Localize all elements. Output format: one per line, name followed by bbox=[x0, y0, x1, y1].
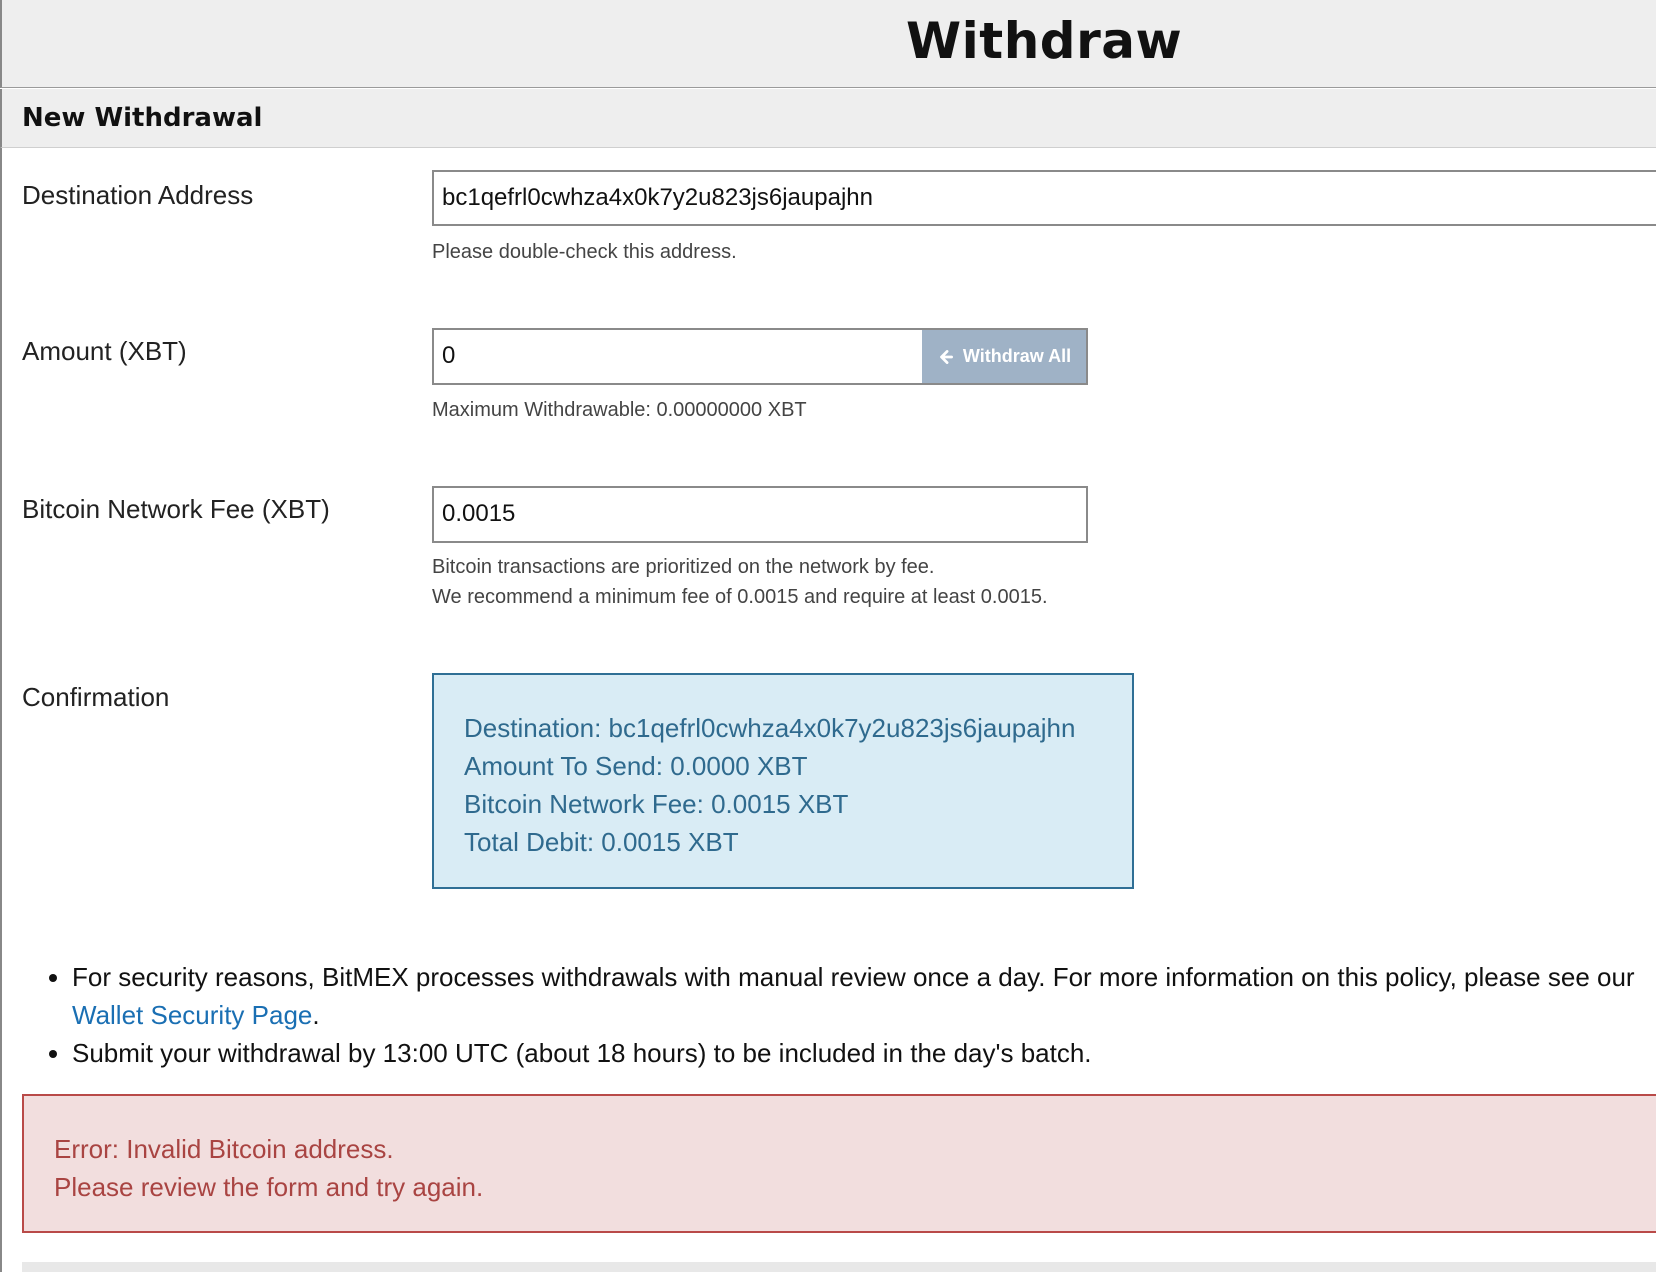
title-bar: Withdraw bbox=[0, 0, 1656, 88]
info-list: For security reasons, BitMEX processes w… bbox=[40, 958, 1656, 1072]
section-title: New Withdrawal bbox=[22, 103, 263, 133]
confirm-fee: Bitcoin Network Fee: 0.0015 XBT bbox=[464, 789, 849, 819]
confirm-total: Total Debit: 0.0015 XBT bbox=[464, 827, 739, 857]
confirm-destination: Destination: bc1qefrl0cwhza4x0k7y2u823js… bbox=[464, 713, 1076, 743]
error-hint: Please review the form and try again. bbox=[54, 1172, 484, 1202]
footer-strip bbox=[22, 1262, 1656, 1272]
arrow-left-icon bbox=[940, 349, 953, 364]
fee-label: Bitcoin Network Fee (XBT) bbox=[22, 494, 330, 524]
amount-label: Amount (XBT) bbox=[22, 336, 187, 366]
fee-help-line2: We recommend a minimum fee of 0.0015 and… bbox=[432, 586, 1048, 608]
error-alert: Error: Invalid Bitcoin address. Please r… bbox=[22, 1094, 1656, 1233]
wallet-security-link[interactable]: Wallet Security Page bbox=[72, 1000, 312, 1030]
destination-address-input[interactable]: bc1qefrl0cwhza4x0k7y2u823js6jaupajhn bbox=[432, 170, 1656, 226]
withdraw-all-label: Withdraw All bbox=[962, 346, 1072, 366]
withdraw-all-button[interactable]: Withdraw All bbox=[922, 328, 1088, 385]
list-item: Submit your withdrawal by 13:00 UTC (abo… bbox=[72, 1034, 1656, 1072]
amount-help: Maximum Withdrawable: 0.00000000 XBT bbox=[432, 399, 807, 421]
list-item: For security reasons, BitMEX processes w… bbox=[72, 958, 1656, 1034]
confirmation-box: Destination: bc1qefrl0cwhza4x0k7y2u823js… bbox=[432, 673, 1134, 889]
amount-input[interactable]: 0 bbox=[432, 328, 924, 385]
confirm-amount: Amount To Send: 0.0000 XBT bbox=[464, 751, 808, 781]
confirmation-label: Confirmation bbox=[22, 682, 170, 712]
destination-label: Destination Address bbox=[22, 180, 254, 210]
section-header: New Withdrawal bbox=[0, 89, 1656, 148]
security-note-end: . bbox=[312, 1000, 320, 1030]
destination-help: Please double-check this address. bbox=[432, 241, 737, 263]
security-note-text: For security reasons, BitMEX processes w… bbox=[72, 962, 1635, 992]
page-title: Withdraw bbox=[906, 12, 1183, 70]
error-message: Error: Invalid Bitcoin address. bbox=[54, 1134, 394, 1164]
network-fee-input[interactable]: 0.0015 bbox=[432, 486, 1088, 543]
fee-help-line1: Bitcoin transactions are prioritized on … bbox=[432, 556, 935, 578]
